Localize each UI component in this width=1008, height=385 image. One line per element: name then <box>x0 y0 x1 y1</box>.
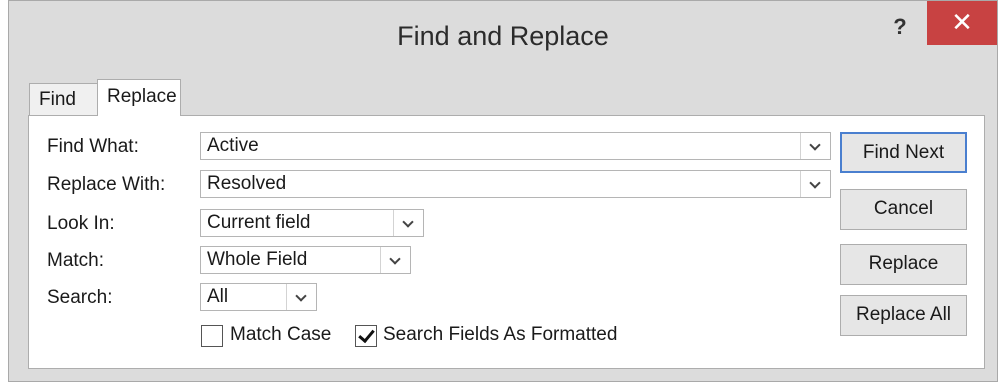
search-direction-value: All <box>207 286 229 307</box>
search-direction-select[interactable]: All <box>200 283 317 311</box>
chevron-down-icon[interactable] <box>380 247 410 273</box>
find-what-combobox[interactable]: Active <box>200 132 831 160</box>
match-label: Match: <box>47 250 105 271</box>
close-icon: ✕ <box>951 7 973 37</box>
replace-all-button[interactable]: Replace All <box>840 295 967 336</box>
chevron-down-icon[interactable] <box>800 133 830 159</box>
match-value: Whole Field <box>207 249 308 270</box>
replace-with-label: Replace With: <box>47 174 166 195</box>
title-bar[interactable]: Find and Replace ? ✕ <box>9 1 997 81</box>
search-formatted-checkbox[interactable] <box>355 325 377 347</box>
tab-replace[interactable]: Replace <box>97 79 181 116</box>
chevron-down-icon[interactable] <box>286 284 316 310</box>
replace-with-value: Resolved <box>207 173 287 194</box>
tab-find[interactable]: Find <box>29 83 98 115</box>
help-icon: ? <box>893 14 907 39</box>
cancel-button[interactable]: Cancel <box>840 189 967 230</box>
find-replace-dialog: Find and Replace ? ✕ Find Replace Find W… <box>8 0 998 382</box>
search-label: Search: <box>47 287 113 308</box>
look-in-value: Current field <box>207 212 311 233</box>
find-next-button[interactable]: Find Next <box>840 132 967 173</box>
match-case-checkbox[interactable] <box>201 325 223 347</box>
dialog-title: Find and Replace <box>397 21 609 51</box>
find-what-value: Active <box>207 135 259 156</box>
replace-with-combobox[interactable]: Resolved <box>200 170 831 198</box>
match-select[interactable]: Whole Field <box>200 246 411 274</box>
find-what-label: Find What: <box>47 136 139 157</box>
chevron-down-icon[interactable] <box>800 171 830 197</box>
chevron-down-icon[interactable] <box>393 210 423 236</box>
search-formatted-label[interactable]: Search Fields As Formatted <box>383 323 617 347</box>
look-in-select[interactable]: Current field <box>200 209 424 237</box>
look-in-label: Look In: <box>47 213 115 234</box>
match-case-label[interactable]: Match Case <box>230 323 331 347</box>
help-button[interactable]: ? <box>875 7 925 47</box>
replace-button[interactable]: Replace <box>840 244 967 285</box>
replace-tab-panel: Find What: Active Replace With: Resolved… <box>28 115 985 369</box>
close-button[interactable]: ✕ <box>927 1 997 45</box>
